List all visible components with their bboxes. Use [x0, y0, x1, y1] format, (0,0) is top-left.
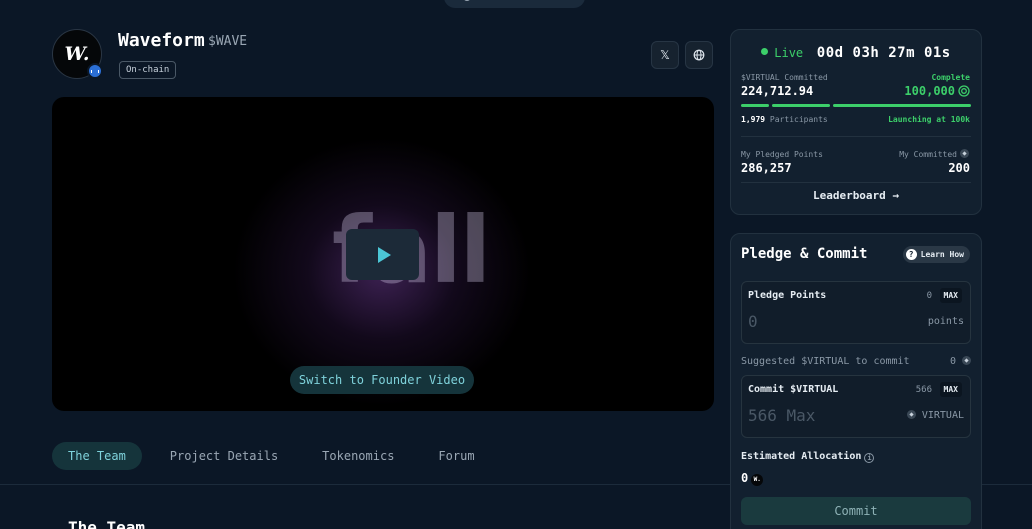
commit-available: 566: [915, 385, 932, 395]
virtual-coin-icon: [906, 410, 916, 419]
pledge-max-button[interactable]: MAX: [939, 288, 962, 303]
commit-virtual-input[interactable]: 566 Max: [748, 406, 815, 425]
virtual-coin-icon: [962, 356, 971, 365]
complete-label: Complete: [931, 73, 970, 82]
commit-button[interactable]: Commit: [741, 497, 971, 525]
project-avatar: W.: [52, 29, 103, 79]
estimated-allocation-value: 0: [741, 471, 749, 485]
commit-unit-label: VIRTUAL: [921, 410, 964, 421]
participants-count: 1,979: [741, 115, 766, 124]
waveform-logo: W.: [64, 43, 90, 65]
progress-segment: [772, 104, 830, 107]
switch-founder-video-button[interactable]: Switch to Founder Video: [290, 366, 474, 394]
suggested-commit-row: Suggested $VIRTUAL to commit 0: [741, 356, 971, 367]
x-logo-icon: 𝕏: [660, 48, 670, 62]
question-icon: ?: [905, 249, 917, 260]
launching-threshold: Launching at 100k: [888, 115, 970, 124]
commit-virtual-field[interactable]: Commit $VIRTUAL 566 MAX 566 Max VIRTUAL: [741, 375, 971, 438]
status-divider: [741, 182, 971, 183]
estimated-allocation-row: Estimated Allocation i: [741, 451, 875, 463]
play-icon: [377, 246, 391, 263]
progress-segment: [833, 104, 971, 107]
x-social-button[interactable]: 𝕏: [651, 41, 679, 69]
search-icon: [463, 0, 471, 1]
tab-forum[interactable]: Forum: [422, 442, 490, 470]
pledge-points-available: 0: [926, 291, 932, 301]
pledge-commit-title: Pledge & Commit: [741, 246, 868, 262]
participants-row: 1,979 Participants: [741, 115, 828, 124]
progress-segment: [741, 104, 769, 107]
project-name: Waveform: [118, 30, 205, 51]
complete-value: 100,000: [904, 84, 955, 98]
commit-max-button[interactable]: MAX: [939, 382, 962, 397]
waveform-token-icon: W.: [751, 474, 764, 486]
my-committed-value: 200: [948, 161, 970, 175]
project-tabs: The Team Project Details Tokenomics Foru…: [52, 442, 491, 470]
on-chain-badge: On-chain: [119, 61, 177, 79]
status-divider: [741, 136, 971, 137]
live-label: Live: [774, 46, 804, 60]
target-icon: [958, 85, 970, 97]
pledge-points-input[interactable]: 0: [748, 312, 758, 331]
pledged-points-value: 286,257: [741, 161, 792, 175]
estimated-allocation-value-row: 0 W.: [741, 471, 764, 486]
tab-project-details[interactable]: Project Details: [154, 442, 294, 470]
verified-badge-icon: [87, 63, 103, 79]
countdown-timer: 00d 03h 27m 01s: [816, 45, 951, 61]
globe-icon: [693, 49, 705, 61]
commit-progress-bar: [741, 104, 971, 107]
pledged-points-label: My Pledged Points: [741, 150, 823, 159]
suggested-commit-value-wrap: 0: [950, 356, 971, 367]
project-ticker: $WAVE: [208, 34, 248, 49]
info-icon[interactable]: i: [864, 453, 875, 463]
live-indicator-icon: [761, 48, 769, 55]
launch-status-panel: Live 00d 03h 27m 01s $VIRTUAL Committed …: [730, 29, 982, 215]
pledge-points-field[interactable]: Pledge Points 0 MAX 0 points: [741, 281, 971, 344]
my-committed-label: My Committed: [899, 150, 957, 159]
tab-tokenomics[interactable]: Tokenomics: [306, 442, 410, 470]
pledge-points-label: Pledge Points: [748, 290, 827, 301]
commit-unit: VIRTUAL: [906, 410, 964, 421]
section-title: The Team: [68, 518, 146, 529]
participants-label: Participants: [769, 115, 828, 124]
website-button[interactable]: [685, 41, 713, 69]
suggested-commit-value: 0: [949, 356, 956, 367]
pledge-commit-panel: Pledge & Commit ? Learn How Pledge Point…: [730, 233, 982, 529]
play-button[interactable]: [346, 229, 419, 280]
learn-how-button[interactable]: ? Learn How: [902, 246, 970, 263]
commit-virtual-label: Commit $VIRTUAL: [748, 384, 839, 395]
tab-the-team[interactable]: The Team: [52, 442, 142, 470]
estimated-allocation-label: Estimated Allocation: [741, 451, 862, 462]
leaderboard-link[interactable]: Leaderboard →: [731, 189, 981, 202]
live-countdown-row: Live 00d 03h 27m 01s: [731, 42, 981, 61]
project-video[interactable]: fall Switch to Founder Video: [52, 97, 714, 411]
pledge-points-unit: points: [927, 316, 964, 327]
virtual-coin-icon: [960, 149, 969, 158]
learn-how-label: Learn How: [920, 250, 964, 259]
committed-value: 224,712.94: [741, 84, 814, 98]
top-search-pill[interactable]: [444, 0, 585, 8]
committed-label: $VIRTUAL Committed: [741, 73, 828, 82]
suggested-commit-label: Suggested $VIRTUAL to commit: [741, 356, 910, 367]
